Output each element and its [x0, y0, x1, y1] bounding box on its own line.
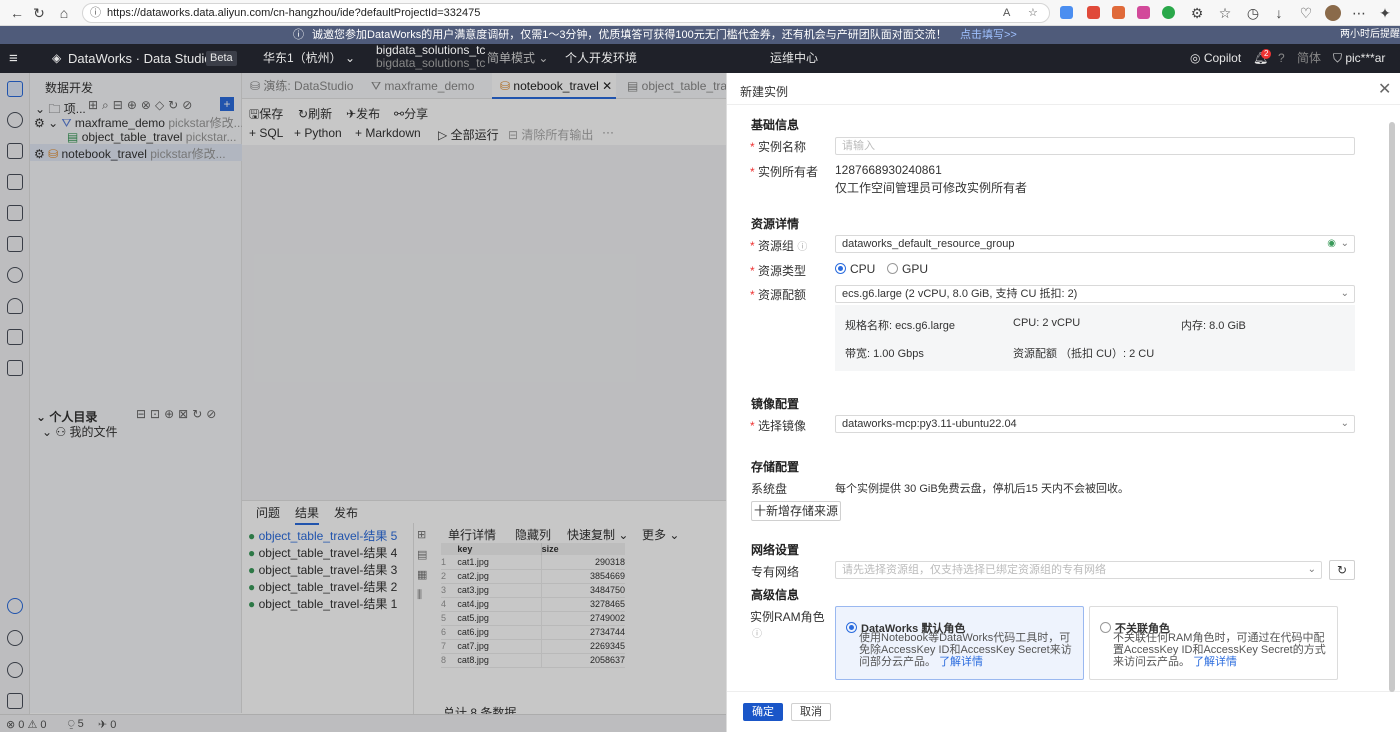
favorite-star-icon[interactable]: ☆: [1028, 4, 1038, 22]
vpc-select[interactable]: 请先选择资源组，仅支持选择已绑定资源组的专有网络 ⌄: [835, 561, 1322, 579]
help-icon[interactable]: ⓘ: [752, 625, 762, 640]
drawer-scrollbar[interactable]: [1389, 122, 1395, 692]
resource-group-select[interactable]: dataworks_default_resource_group ◉ ⌄: [835, 235, 1355, 253]
spec-cpu: CPU: 2 vCPU: [1013, 317, 1081, 329]
vpc-label: 专有网络: [751, 565, 800, 579]
cancel-button[interactable]: 取消: [791, 703, 831, 721]
spec-name: 规格名称: ecs.g6.large: [845, 320, 956, 332]
hamburger-icon[interactable]: ≡: [9, 44, 18, 73]
section-basic: 基础信息: [751, 118, 800, 132]
browser-toolbar: ← ↻ ⌂ ⓘ https://dataworks.data.aliyun.co…: [0, 0, 1400, 26]
image-select[interactable]: dataworks-mcp:py3.11-ubuntu22.04 ⌄: [835, 415, 1355, 433]
instance-name-label: * 实例名称: [750, 140, 807, 154]
section-image: 镜像配置: [751, 397, 800, 411]
extensions-puzzle-icon[interactable]: ⚙: [1188, 4, 1206, 22]
region-selector[interactable]: 华东1（杭州） ⌄: [263, 44, 355, 73]
ops-center-link[interactable]: 运维中心: [770, 44, 818, 73]
resource-group-label: * 资源组 ⓘ: [750, 239, 808, 253]
help-icon[interactable]: ?: [1278, 44, 1285, 73]
history-icon[interactable]: ◷: [1244, 4, 1262, 22]
home-icon[interactable]: ⌂: [55, 4, 73, 22]
extension-icon[interactable]: [1060, 6, 1073, 19]
role-card-default[interactable]: DataWorks 默认角色 使用Notebook等DataWorks代码工具时…: [835, 606, 1084, 680]
announcement-link[interactable]: 点击填写>>: [960, 26, 1017, 44]
drawer-title: 新建实例: [740, 85, 789, 99]
ram-role-label: 实例RAM角色: [750, 610, 825, 624]
quota-label: * 资源配额: [750, 288, 807, 302]
section-network: 网络设置: [751, 543, 800, 557]
close-icon[interactable]: ✕: [1378, 79, 1391, 99]
system-disk-desc: 每个实例提供 30 GiB免费云盘，停机后15 天内不会被回收。: [835, 483, 1129, 495]
remind-later-button[interactable]: 两小时后提醒: [1340, 26, 1400, 44]
section-resource: 资源详情: [751, 217, 800, 231]
copilot-button[interactable]: ◎ Copilot: [1190, 44, 1241, 73]
site-info-icon[interactable]: ⓘ: [90, 4, 101, 22]
role-none-desc: 不关联任何RAM角色时，可通过在代码中配置AccessKey ID和Access…: [1113, 632, 1326, 668]
spec-info-box: 规格名称: ecs.g6.large CPU: 2 vCPU 内存: 8.0 G…: [835, 305, 1355, 371]
system-disk-label: 系统盘: [751, 482, 788, 496]
beta-badge: Beta: [206, 51, 237, 66]
extension-icon[interactable]: [1087, 6, 1100, 19]
dataworks-logo-icon: ◈: [52, 51, 62, 65]
quota-select[interactable]: ecs.g6.large (2 vCPU, 8.0 GiB, 支持 CU 抵扣:…: [835, 285, 1355, 303]
role-none-learn-more[interactable]: 了解详情: [1193, 656, 1237, 668]
favorites-icon[interactable]: ☆: [1216, 4, 1234, 22]
announcement-text: 诚邀您参加DataWorks的用户满意度调研，仅需1～3分钟，优质填答可获得10…: [312, 29, 947, 41]
reload-icon[interactable]: ↻: [30, 4, 48, 22]
profile-avatar[interactable]: [1325, 5, 1341, 21]
resource-type-label: * 资源类型: [750, 264, 807, 278]
extension-icon[interactable]: [1112, 6, 1125, 19]
info-icon: ⓘ: [293, 29, 304, 41]
user-menu[interactable]: ⛉ pic***ar: [1333, 44, 1385, 73]
url-text: https://dataworks.data.aliyun.com/cn-han…: [107, 7, 481, 19]
image-label: * 选择镜像: [750, 419, 807, 433]
env-label: 个人开发环境: [565, 51, 638, 65]
download-icon[interactable]: ↓: [1270, 4, 1288, 22]
section-advanced: 高级信息: [751, 588, 800, 602]
announcement-banner: ⓘ 诚邀您参加DataWorks的用户满意度调研，仅需1～3分钟，优质填答可获得…: [0, 26, 1400, 44]
menu-dots-icon[interactable]: ⋯: [1350, 4, 1368, 22]
spec-bandwidth: 带宽: 1.00 Gbps: [845, 348, 924, 360]
owner-hint: 仅工作空间管理员可修改实例所有者: [835, 181, 1028, 195]
back-icon[interactable]: ←: [8, 4, 26, 22]
radio-cpu[interactable]: CPU: [835, 262, 875, 276]
performance-icon[interactable]: ♡: [1297, 4, 1315, 22]
role-card-none[interactable]: 不关联角色 不关联任何RAM角色时，可通过在代码中配置AccessKey ID和…: [1089, 606, 1338, 680]
app-title: DataWorks · Data Studio: [68, 51, 212, 66]
extension-icon[interactable]: [1137, 6, 1150, 19]
extension-icon[interactable]: [1162, 6, 1175, 19]
section-storage: 存储配置: [751, 460, 800, 474]
owner-label: * 实例所有者: [750, 165, 819, 179]
role-default-desc: 使用Notebook等DataWorks代码工具时，可免除AccessKey I…: [859, 632, 1072, 668]
copilot-edge-icon[interactable]: ✦: [1376, 4, 1394, 22]
refresh-vpc-icon[interactable]: ↻: [1329, 560, 1355, 580]
modal-backdrop[interactable]: [0, 73, 726, 732]
owner-value: 1287668930240861: [835, 163, 942, 177]
instance-name-input[interactable]: 请输入: [835, 137, 1355, 155]
language-switch[interactable]: 简体: [1297, 44, 1321, 73]
confirm-button[interactable]: 确定: [743, 703, 783, 721]
mode-selector[interactable]: 简单模式 ⌄: [487, 44, 548, 73]
create-instance-drawer: 新建实例 ✕ 基础信息 * 实例名称 请输入 * 实例所有者 128766893…: [726, 73, 1400, 732]
app-header: ≡ ◈ DataWorks · Data Studio Beta 华东1（杭州）…: [0, 44, 1400, 73]
role-default-learn-more[interactable]: 了解详情: [939, 656, 983, 668]
spec-cu: 资源配额 （抵扣 CU）: 2 CU: [1013, 348, 1155, 360]
add-storage-button[interactable]: 十新增存储来源: [751, 501, 841, 521]
radio-gpu[interactable]: GPU: [887, 262, 928, 276]
notification-badge: 2: [1261, 49, 1272, 59]
project-selector[interactable]: bigdata_solutions_tc bigdata_solutions_tc: [376, 44, 485, 70]
read-aloud-icon[interactable]: A: [1003, 4, 1010, 22]
address-bar[interactable]: ⓘ https://dataworks.data.aliyun.com/cn-h…: [82, 3, 1050, 23]
spec-mem: 内存: 8.0 GiB: [1181, 320, 1246, 332]
